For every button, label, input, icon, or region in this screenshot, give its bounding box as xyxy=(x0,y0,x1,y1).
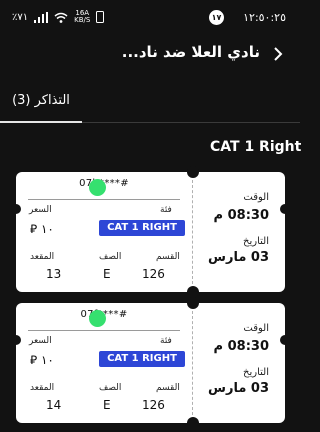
ticket-notch xyxy=(187,417,199,429)
time-value: 08:30 م xyxy=(213,339,269,354)
category-badge: CAT 1 RIGHT xyxy=(99,351,185,367)
perforation-line xyxy=(192,180,193,284)
notification-badge: ١٧ xyxy=(209,10,224,25)
ticket-card[interactable]: 07b****# السعر فئة ١٠ ⃁ CAT 1 RIGHT المق… xyxy=(11,166,290,298)
perforation-line xyxy=(192,311,193,415)
divider xyxy=(28,199,180,200)
row-value: E xyxy=(103,398,111,412)
price-label: السعر xyxy=(29,336,52,346)
date-value: 03 مارس xyxy=(208,250,269,265)
section-value: 126 xyxy=(142,267,165,281)
price-label: السعر xyxy=(29,205,52,215)
row-label: الصف xyxy=(99,252,122,262)
ticket-notch xyxy=(11,204,21,214)
clock: ١٢:٥٠:٢٥ xyxy=(243,11,286,24)
ticket-notch xyxy=(280,204,290,214)
category-badge: CAT 1 RIGHT xyxy=(99,220,185,236)
price-value: ١٠ ⃁ xyxy=(30,222,54,236)
net-speed-unit: KB/S xyxy=(74,16,91,24)
tab-bar: التذاكر (3) xyxy=(0,84,300,123)
wifi-icon xyxy=(54,12,68,23)
date-value: 03 مارس xyxy=(208,381,269,396)
date-label: التاريخ xyxy=(243,236,269,247)
status-dot xyxy=(89,310,106,327)
tab-tickets[interactable]: التذاكر (3) xyxy=(0,84,82,123)
time-value: 08:30 م xyxy=(213,208,269,223)
status-dot xyxy=(89,179,106,196)
row-label: الصف xyxy=(99,383,122,393)
time-label: الوقت xyxy=(243,192,269,203)
row-value: E xyxy=(103,267,111,281)
status-bar: ٪٧١ 16A KB/S ١٧ ١٢:٥٠:٢٥ xyxy=(0,0,300,34)
signal-icon xyxy=(34,11,49,23)
ticket-notch xyxy=(280,335,290,345)
section-label: القسم xyxy=(156,252,180,262)
ticket-notch xyxy=(187,297,199,309)
page-title: نادي العلا ضد ناد... xyxy=(121,43,260,61)
tab-active-indicator xyxy=(0,121,82,123)
category-label: فئة xyxy=(160,205,172,215)
ticket-notch xyxy=(187,166,199,178)
ticket-notch xyxy=(11,335,21,345)
seat-value: 13 xyxy=(46,267,62,281)
section-label: القسم xyxy=(156,383,180,393)
seat-label: المقعد xyxy=(30,383,55,393)
date-label: التاريخ xyxy=(243,367,269,378)
category-label: فئة xyxy=(160,336,172,346)
back-chevron-icon[interactable] xyxy=(270,46,286,62)
tab-tickets-label: التذاكر (3) xyxy=(12,93,70,108)
phone-icon xyxy=(96,11,105,23)
net-speed: 16A KB/S xyxy=(74,10,90,24)
price-value: ١٠ ⃁ xyxy=(30,353,54,367)
divider xyxy=(28,330,180,331)
section-value: 126 xyxy=(142,398,165,412)
battery-icon: ٪٧١ xyxy=(12,11,29,23)
section-title: CAT 1 Right xyxy=(210,139,302,155)
ticket-card[interactable]: 07f****# السعر فئة ١٠ ⃁ CAT 1 RIGHT المق… xyxy=(11,297,290,429)
app-header: نادي العلا ضد ناد... xyxy=(0,34,300,74)
seat-value: 14 xyxy=(46,398,62,412)
seat-label: المقعد xyxy=(30,252,55,262)
time-label: الوقت xyxy=(243,323,269,334)
status-icons-left: ٪٧١ 16A KB/S xyxy=(12,9,105,25)
